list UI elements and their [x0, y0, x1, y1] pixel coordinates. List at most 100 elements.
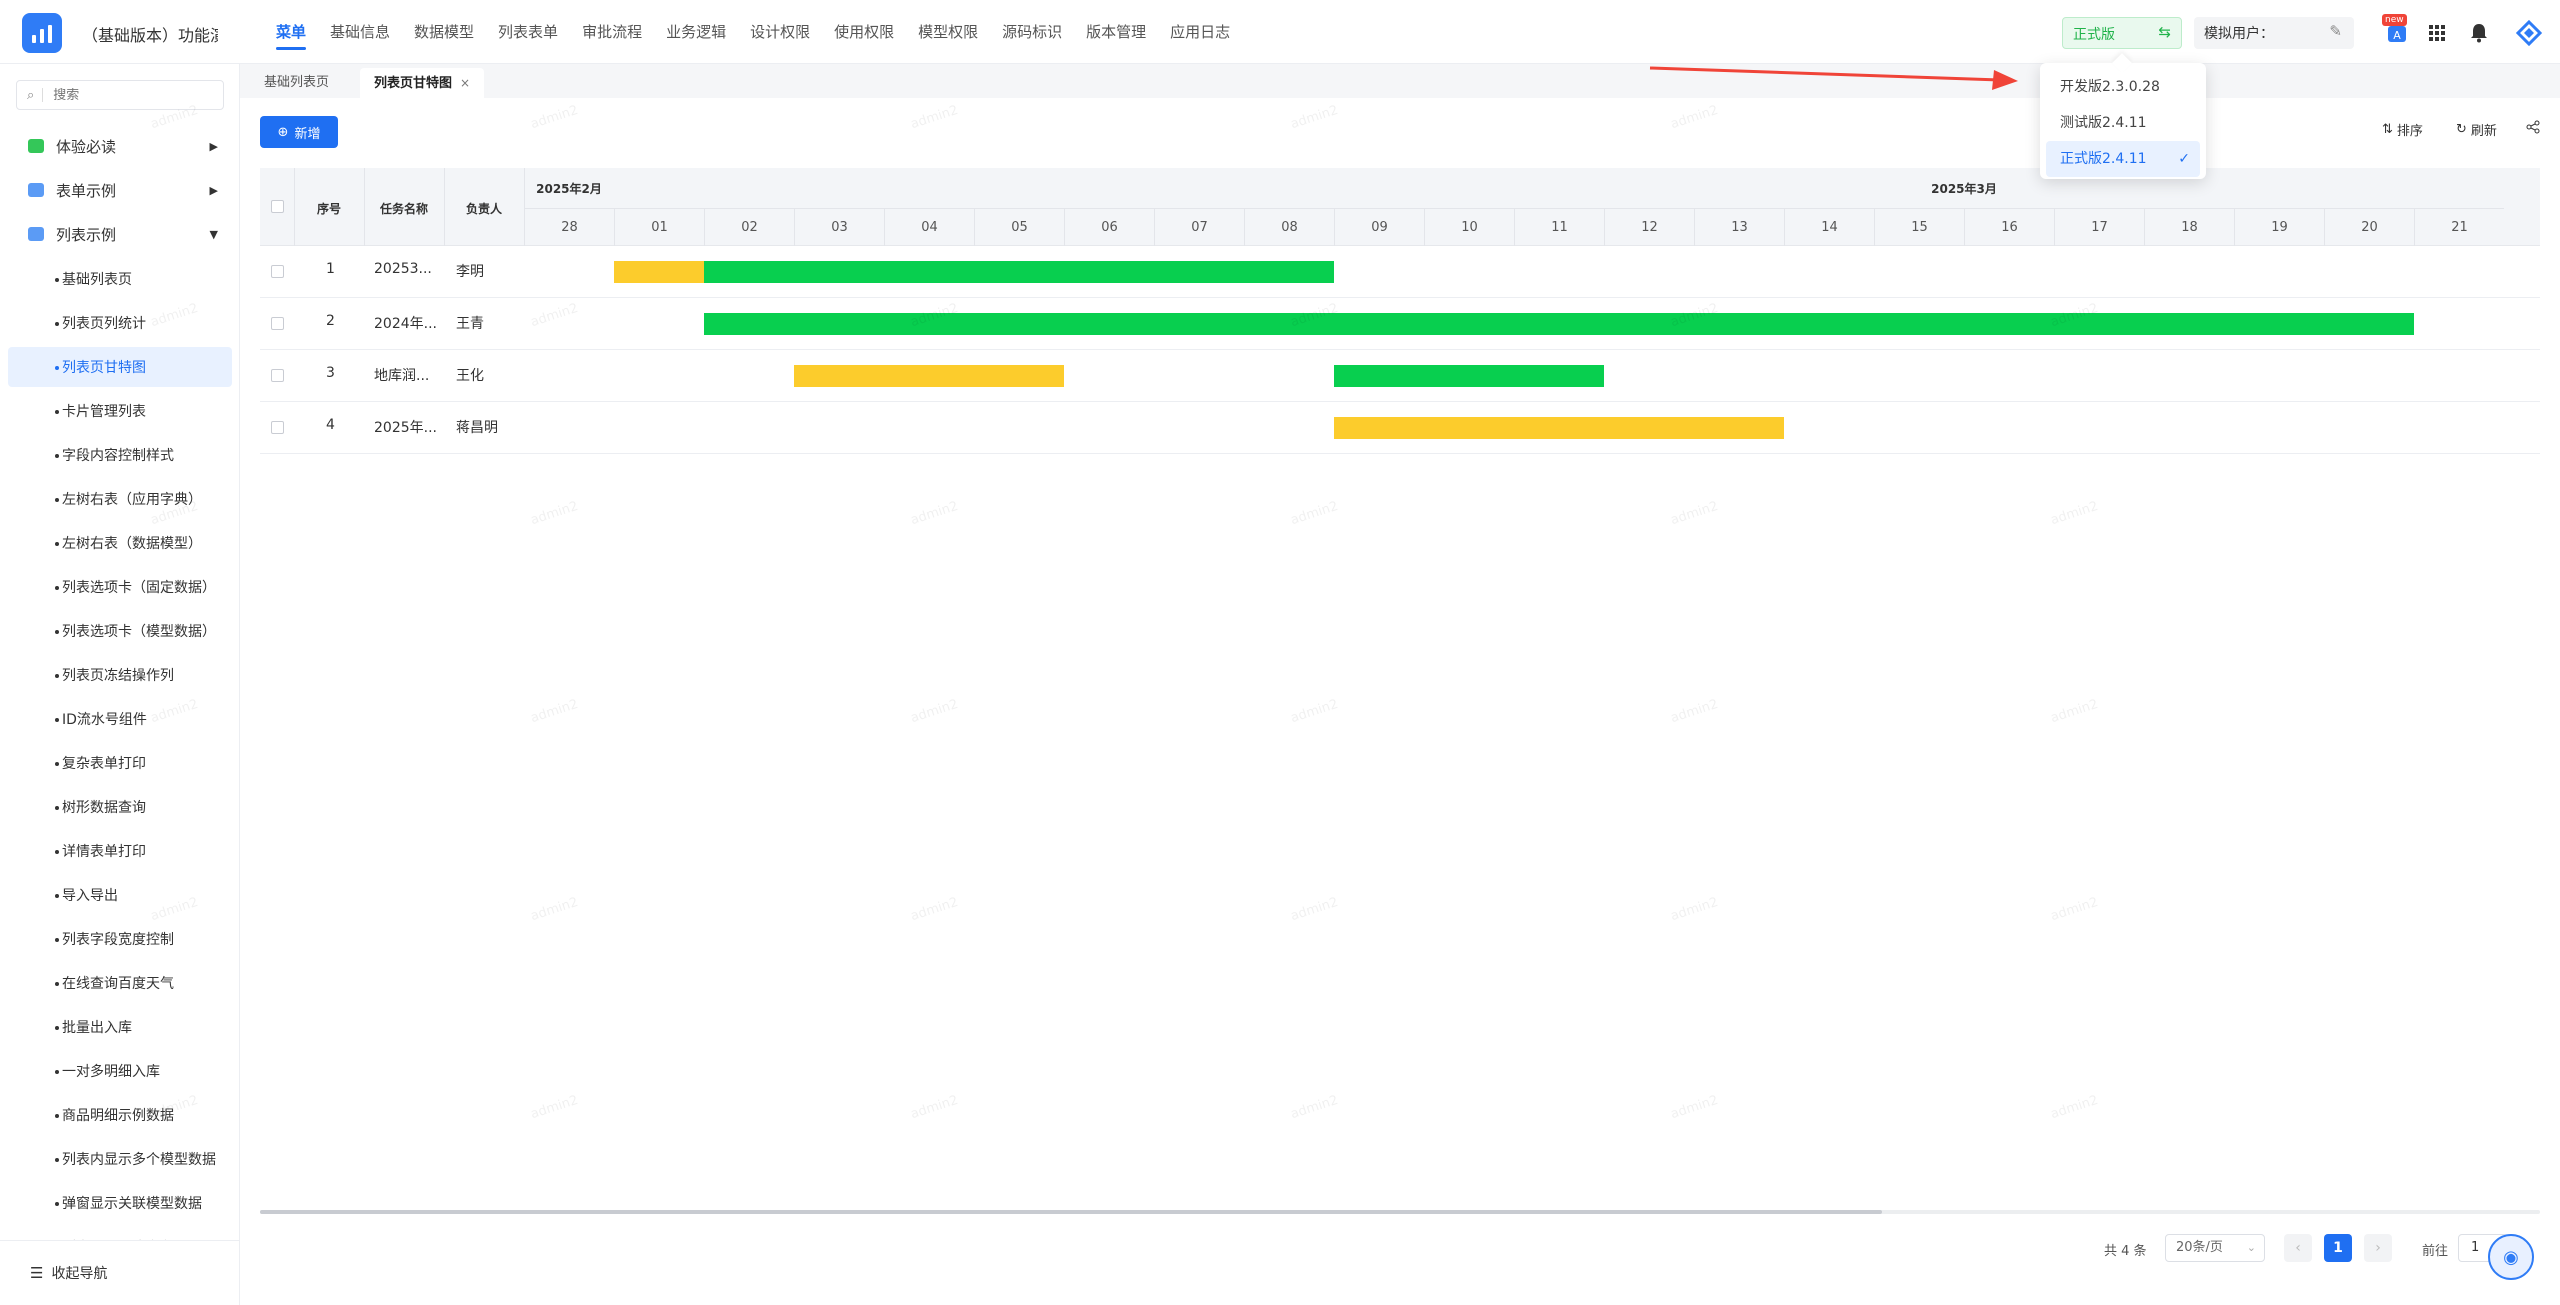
nav-item[interactable]: 使用权限 [822, 0, 906, 64]
sidebar-item[interactable]: 在线查询百度天气 [8, 963, 232, 1003]
version-select[interactable]: 正式版 ⇆ [2062, 17, 2182, 49]
brand-icon[interactable] [2514, 18, 2544, 48]
nav-item[interactable]: 业务逻辑 [654, 0, 738, 64]
sidebar-item[interactable]: 商品明细示例数据 [8, 1095, 232, 1135]
sidebar-search[interactable]: ⌕ [16, 80, 224, 110]
page-number-button[interactable]: 1 [2324, 1234, 2352, 1262]
row-checkbox[interactable] [271, 369, 284, 382]
select-all-checkbox[interactable] [271, 200, 284, 213]
sidebar-item[interactable]: 批量出入库 [8, 1007, 232, 1047]
nav-item[interactable]: 设计权限 [738, 0, 822, 64]
version-option[interactable]: 开发版2.3.0.28 [2046, 69, 2200, 105]
nav-item[interactable]: 菜单 [264, 0, 318, 64]
table-row[interactable]: 3 地库润... 王化 [260, 350, 2540, 402]
sidebar-item[interactable]: 一对多明细入库 [8, 1051, 232, 1091]
page-size-select[interactable]: 20条/页 ⌄ [2165, 1234, 2265, 1262]
mock-user-field[interactable]: 模拟用户： ✎ [2194, 17, 2354, 49]
caret-right-icon: ▶ [209, 183, 218, 197]
header-owner: 负责人 [465, 202, 502, 216]
app-logo-icon[interactable] [22, 13, 62, 53]
sidebar-item[interactable]: 导入导出 [8, 875, 232, 915]
day-label: 19 [2234, 208, 2324, 246]
row-checkbox[interactable] [271, 317, 284, 330]
search-input[interactable] [53, 87, 184, 103]
sidebar-item[interactable]: ID流水号组件 [8, 699, 232, 739]
table-row[interactable]: 2 2024年... 王青 [260, 298, 2540, 350]
day-label: 06 [1064, 208, 1154, 246]
version-option[interactable]: 正式版2.4.11 ✓ [2046, 141, 2200, 177]
collapse-nav-button[interactable]: ☰ 收起导航 [0, 1240, 239, 1305]
gantt-bar[interactable] [704, 313, 2414, 335]
sidebar-item-label: 复杂表单打印 [62, 756, 146, 772]
day-label: 10 [1424, 208, 1514, 246]
sidebar-item[interactable]: 列表选项卡（模型数据） [8, 611, 232, 651]
sidebar-item[interactable]: 列表选项卡（固定数据） [8, 567, 232, 607]
sidebar-group[interactable]: 体验必读 ▶ [0, 124, 239, 168]
nav-item[interactable]: 列表表单 [486, 0, 570, 64]
sidebar-group[interactable]: 列表示例 ▼ [0, 212, 239, 256]
sidebar-item-label: 列表页列统计 [62, 316, 146, 332]
gantt-bar[interactable] [794, 365, 1064, 387]
scrollbar-thumb[interactable] [260, 1210, 1882, 1214]
close-icon[interactable]: × [460, 76, 470, 90]
prev-page-button[interactable]: ‹ [2284, 1234, 2312, 1262]
sidebar-item[interactable]: 列表页甘特图 [8, 347, 232, 387]
month-label: 2025年3月 [1931, 182, 1997, 196]
row-index: 4 [326, 417, 335, 433]
next-page-button[interactable]: › [2364, 1234, 2392, 1262]
row-owner: 王青 [456, 316, 484, 332]
gantt-bar[interactable] [704, 261, 1334, 283]
folder-icon [28, 183, 44, 197]
sidebar-group[interactable]: 表单示例 ▶ [0, 168, 239, 212]
tab[interactable]: 列表页甘特图 × [360, 68, 485, 98]
bell-icon[interactable] [2464, 18, 2494, 48]
version-option[interactable]: 测试版2.4.11 [2046, 105, 2200, 141]
sidebar-item[interactable]: 字段内容控制样式 [8, 435, 232, 475]
nav-item[interactable]: 版本管理 [1074, 0, 1158, 64]
sidebar-item[interactable]: 列表页列统计 [8, 303, 232, 343]
add-button-label: 新增 [294, 126, 321, 142]
gantt-bar[interactable] [1334, 365, 1604, 387]
sidebar-item-label: 列表内显示多个模型数据 [62, 1152, 216, 1168]
table-row[interactable]: 4 2025年... 蒋昌明 [260, 402, 2540, 454]
sidebar-item[interactable]: 弹窗显示关联模型数据 [8, 1183, 232, 1223]
sidebar: ⌕ 体验必读 ▶ 表单示例 ▶ 列表示例 ▼ 基础列表页列表页列统计列表页甘特图卡片管理列表… [0, 64, 240, 1305]
sidebar-item[interactable]: 列表页冻结操作列 [8, 655, 232, 695]
tab[interactable]: 基础列表页 [250, 68, 343, 98]
horizontal-scrollbar[interactable] [260, 1210, 2540, 1214]
day-label: 15 [1874, 208, 1964, 246]
share-icon[interactable] [2526, 120, 2540, 134]
table-row[interactable]: 1 20253... 李明 [260, 246, 2540, 298]
assistant-robot-icon[interactable]: ◉ [2488, 1234, 2534, 1280]
nav-item[interactable]: 模型权限 [906, 0, 990, 64]
nav-item[interactable]: 基础信息 [318, 0, 402, 64]
top-nav: 菜单 基础信息 数据模型 列表表单 审批流程 业务逻辑 设计权限 使用权限 模型权限 源码标识 版本… [264, 0, 1242, 64]
sidebar-item[interactable]: 复杂表单打印 [8, 743, 232, 783]
sidebar-item[interactable]: 左树右表（数据模型） [8, 523, 232, 563]
nav-item[interactable]: 应用日志 [1158, 0, 1242, 64]
nav-item[interactable]: 源码标识 [990, 0, 1074, 64]
sidebar-item[interactable]: 左树右表（应用字典） [8, 479, 232, 519]
sidebar-item[interactable]: 树形数据查询 [8, 787, 232, 827]
sort-button[interactable]: ⇅ 排序 [2382, 120, 2423, 139]
gantt-bar[interactable] [1334, 417, 1784, 439]
gantt-bar[interactable] [614, 261, 704, 283]
nav-item[interactable]: 数据模型 [402, 0, 486, 64]
nav-item[interactable]: 审批流程 [570, 0, 654, 64]
row-checkbox[interactable] [271, 421, 284, 434]
apps-grid-icon[interactable] [2422, 18, 2452, 48]
sidebar-item[interactable]: 基础列表页 [8, 259, 232, 299]
sidebar-item[interactable]: 列表字段宽度控制 [8, 919, 232, 959]
row-checkbox[interactable] [271, 265, 284, 278]
add-button[interactable]: ⊕ 新增 [260, 116, 338, 148]
sidebar-item[interactable]: 卡片管理列表 [8, 391, 232, 431]
sidebar-item[interactable]: 详情表单打印 [8, 831, 232, 871]
sort-label: 排序 [2396, 124, 2423, 139]
search-divider [42, 88, 44, 102]
sidebar-item-label: 左树右表（数据模型） [62, 536, 202, 552]
sidebar-item-label: 字段内容控制样式 [62, 448, 174, 464]
edit-icon[interactable]: ✎ [2329, 22, 2342, 40]
row-index: 1 [326, 261, 335, 277]
sidebar-item[interactable]: 列表内显示多个模型数据 [8, 1139, 232, 1179]
refresh-button[interactable]: ↻ 刷新 [2456, 120, 2497, 139]
